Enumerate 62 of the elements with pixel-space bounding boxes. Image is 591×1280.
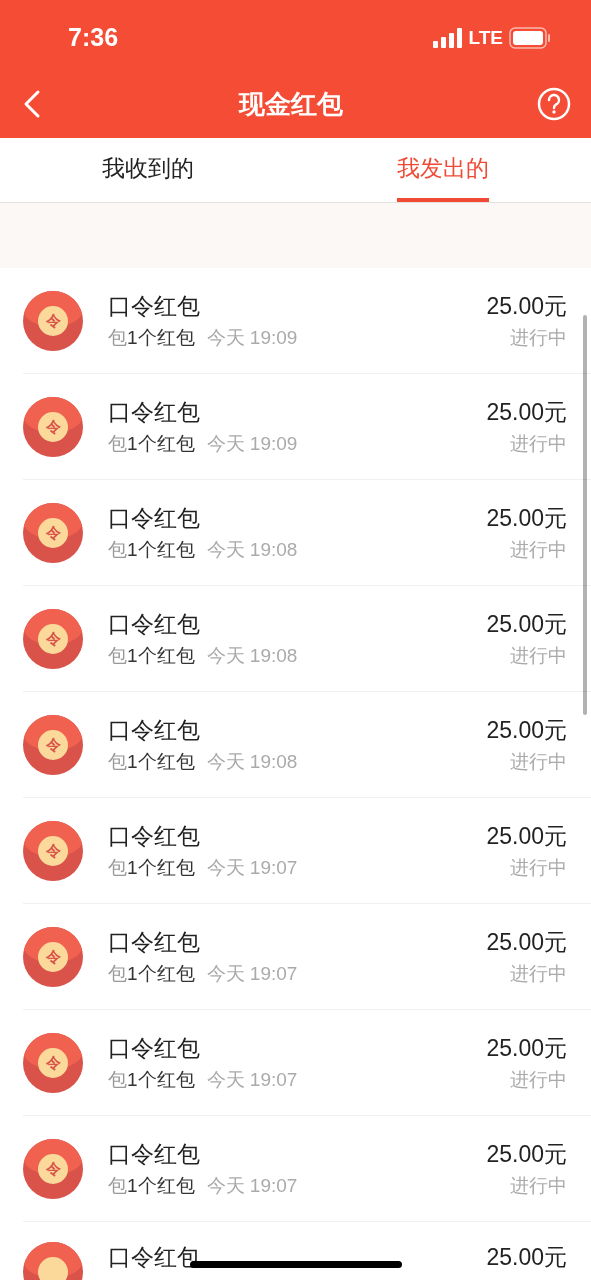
status-time: 7:36 bbox=[68, 22, 119, 54]
record-amount: 25.00元 bbox=[486, 291, 567, 321]
record-time: 今天 19:09 bbox=[206, 431, 298, 456]
avatar-glyph: 令 bbox=[45, 313, 61, 328]
record-title: 口令红包 bbox=[108, 291, 200, 321]
record-title: 口令红包 bbox=[108, 397, 200, 427]
packet-count: 包1个红包 bbox=[108, 643, 195, 668]
packet-count: 包1个红包 bbox=[108, 749, 195, 774]
avatar-glyph: 令 bbox=[45, 419, 61, 434]
record-title: 口令红包 bbox=[108, 1139, 200, 1169]
packet-count: 包1个红包 bbox=[108, 961, 195, 986]
record-status: 进行中 bbox=[510, 537, 567, 562]
record-status: 进行中 bbox=[510, 1067, 567, 1092]
record-amount: 25.00元 bbox=[486, 503, 567, 533]
packet-count: 包1个红包 bbox=[108, 855, 195, 880]
packet-count: 包1个红包 bbox=[108, 537, 195, 562]
avatar-glyph: 令 bbox=[45, 737, 61, 752]
record-title: 口令红包 bbox=[108, 1033, 200, 1063]
record-time: 今天 19:09 bbox=[206, 325, 298, 350]
packet-count: 包1个红包 bbox=[108, 431, 195, 456]
avatar-glyph: 令 bbox=[45, 843, 61, 858]
avatar-glyph: 令 bbox=[45, 949, 61, 964]
record-amount: 25.00元 bbox=[486, 609, 567, 639]
record-status: 进行中 bbox=[510, 749, 567, 774]
record-status: 进行中 bbox=[510, 961, 567, 986]
record-amount: 25.00元 bbox=[486, 1033, 567, 1063]
record-time: 今天 19:08 bbox=[206, 537, 298, 562]
record-amount: 25.00元 bbox=[486, 1139, 567, 1169]
record-amount: 25.00元 bbox=[486, 1243, 567, 1272]
avatar-glyph: 令 bbox=[45, 1161, 61, 1176]
avatar-glyph: 令 bbox=[45, 631, 61, 646]
record-title: 口令红包 bbox=[108, 821, 200, 851]
record-time: 今天 19:07 bbox=[206, 961, 298, 986]
record-amount: 25.00元 bbox=[486, 821, 567, 851]
battery-icon bbox=[509, 27, 551, 49]
packet-count: 包1个红包 bbox=[108, 1173, 195, 1198]
signal-icon bbox=[432, 28, 463, 48]
record-title: 口令红包 bbox=[108, 503, 200, 533]
page-title: 现金红包 bbox=[238, 87, 343, 121]
packet-count: 包1个红包 bbox=[108, 325, 195, 350]
record-amount: 25.00元 bbox=[486, 715, 567, 745]
avatar-glyph: 令 bbox=[45, 1055, 61, 1070]
record-status: 进行中 bbox=[510, 643, 567, 668]
tab[interactable]: 我收到的 bbox=[101, 138, 194, 202]
record-title: 口令红包 bbox=[108, 927, 200, 957]
record-status: 进行中 bbox=[510, 325, 567, 350]
avatar-glyph: 令 bbox=[45, 525, 61, 540]
record-status: 进行中 bbox=[510, 431, 567, 456]
record-time: 今天 19:08 bbox=[206, 749, 298, 774]
record-status: 进行中 bbox=[510, 1173, 567, 1198]
record-amount: 25.00元 bbox=[486, 397, 567, 427]
record-time: 今天 19:08 bbox=[206, 643, 298, 668]
record-amount: 25.00元 bbox=[486, 927, 567, 957]
record-time: 今天 19:07 bbox=[206, 1173, 298, 1198]
record-title: 口令红包 bbox=[108, 609, 200, 639]
record-time: 今天 19:07 bbox=[206, 1067, 298, 1092]
record-title: 口令红包 bbox=[108, 715, 200, 745]
record-time: 今天 19:07 bbox=[206, 855, 298, 880]
network-label: LTE bbox=[468, 25, 503, 50]
packet-count: 包1个红包 bbox=[108, 1067, 195, 1092]
record-status: 进行中 bbox=[510, 855, 567, 880]
help-icon[interactable] bbox=[537, 87, 571, 121]
